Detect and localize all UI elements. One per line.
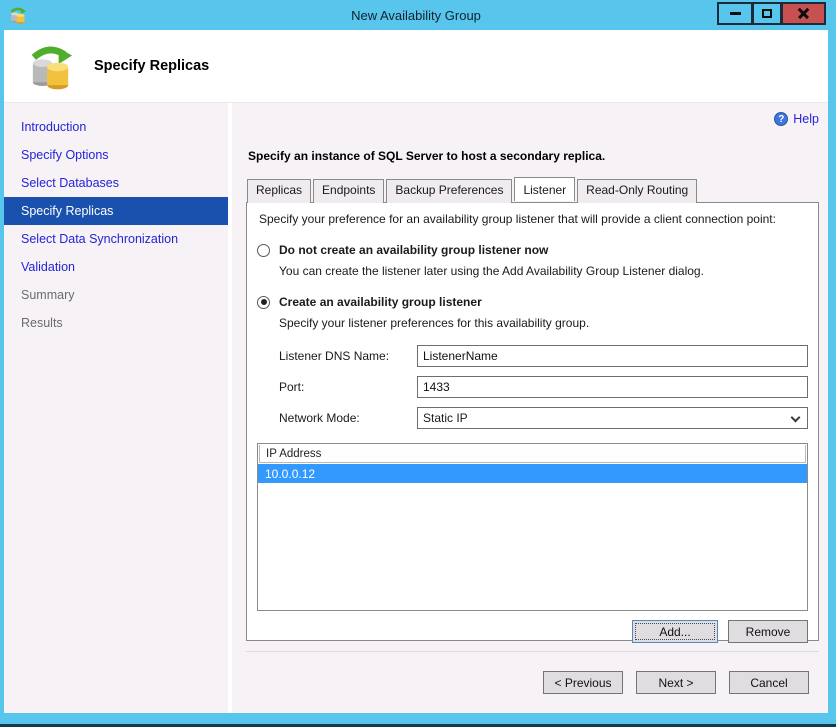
help-row: ? Help	[246, 109, 819, 129]
close-icon	[797, 7, 810, 20]
content-area: ? Help Specify an instance of SQL Server…	[232, 103, 828, 713]
window-title: New Availability Group	[351, 7, 481, 23]
sidebar-item-results: Results	[21, 316, 63, 330]
maximize-icon	[762, 9, 772, 18]
minimize-icon	[729, 12, 741, 15]
page-title: Specify Replicas	[94, 58, 210, 74]
remove-button[interactable]: Remove	[728, 620, 808, 643]
create-listener-label[interactable]: Create an availability group listener	[279, 295, 482, 309]
cancel-button[interactable]: Cancel	[729, 671, 809, 694]
dialog-body: Introduction Specify Options Select Data…	[4, 103, 828, 713]
tab-bar: Replicas Endpoints Backup Preferences Li…	[246, 177, 819, 203]
window-controls	[717, 2, 826, 25]
wizard-header: Specify Replicas	[4, 30, 828, 103]
port-label: Port:	[279, 380, 305, 394]
window-frame: New Availability Group Specify Replicas	[0, 0, 836, 727]
no-listener-label[interactable]: Do not create an availability group list…	[279, 243, 548, 257]
wizard-steps-sidebar: Introduction Specify Options Select Data…	[4, 103, 228, 713]
network-mode-label: Network Mode:	[279, 411, 360, 425]
minimize-button[interactable]	[717, 2, 753, 25]
wizard-footer: < Previous Next > Cancel	[246, 651, 819, 713]
titlebar: New Availability Group	[4, 0, 828, 30]
no-listener-description: You can create the listener later using …	[279, 264, 704, 278]
add-button[interactable]: Add...	[632, 620, 718, 643]
listener-form: Listener DNS Name: Port: Network Mode: S…	[279, 345, 808, 438]
help-icon[interactable]: ?	[774, 112, 789, 126]
tab-listener[interactable]: Listener	[514, 177, 576, 201]
ip-address-list[interactable]: IP Address 10.0.0.12	[257, 443, 808, 611]
dns-name-input[interactable]	[417, 345, 808, 367]
create-listener-radio[interactable]	[257, 295, 270, 309]
sidebar-item-specify-options[interactable]: Specify Options	[4, 141, 228, 169]
port-input[interactable]	[417, 376, 808, 398]
no-listener-radio[interactable]	[257, 243, 270, 257]
database-sync-icon	[31, 46, 72, 90]
next-button[interactable]: Next >	[636, 671, 716, 694]
previous-button[interactable]: < Previous	[543, 671, 623, 694]
ip-list-column-header: IP Address	[259, 445, 806, 463]
sidebar-item-validation[interactable]: Validation	[4, 253, 228, 281]
network-mode-value: Static IP	[423, 411, 468, 425]
listener-tab-panel: Specify your preference for an availabil…	[246, 202, 819, 643]
close-button[interactable]	[782, 2, 826, 25]
option-create-listener: Create an availability group listener Sp…	[257, 295, 808, 330]
maximize-button[interactable]	[753, 2, 782, 25]
tab-backup-preferences[interactable]: Backup Preferences	[386, 179, 513, 203]
listener-intro-text: Specify your preference for an availabil…	[259, 212, 776, 226]
dns-name-label: Listener DNS Name:	[279, 349, 390, 363]
dialog: Specify Replicas Introduction Specify Op…	[4, 30, 828, 713]
ip-list-actions: Add... Remove	[257, 620, 808, 652]
create-listener-description: Specify your listener preferences for th…	[279, 316, 590, 330]
sidebar-item-select-databases[interactable]: Select Databases	[4, 169, 228, 197]
option-no-listener: Do not create an availability group list…	[257, 243, 808, 278]
sidebar-item-introduction[interactable]: Introduction	[4, 113, 228, 141]
chevron-down-icon	[790, 412, 801, 423]
sidebar-item-specify-replicas[interactable]: Specify Replicas	[4, 197, 228, 225]
tab-replicas[interactable]: Replicas	[247, 179, 312, 203]
tab-read-only-routing[interactable]: Read-Only Routing	[577, 179, 698, 203]
help-link[interactable]: Help	[793, 112, 819, 126]
tab-endpoints[interactable]: Endpoints	[313, 179, 385, 203]
ip-list-item[interactable]: 10.0.0.12	[258, 464, 807, 483]
sidebar-item-summary: Summary	[21, 288, 75, 302]
sidebar-item-select-data-synchronization[interactable]: Select Data Synchronization	[4, 225, 228, 253]
instruction-text: Specify an instance of SQL Server to hos…	[248, 149, 606, 163]
network-mode-dropdown[interactable]: Static IP	[417, 407, 808, 429]
